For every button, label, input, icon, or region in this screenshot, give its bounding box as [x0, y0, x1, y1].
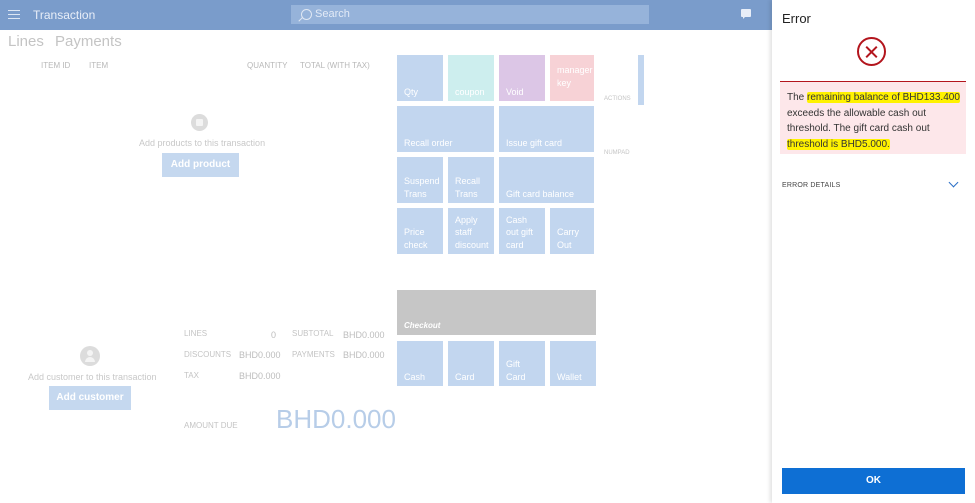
error-message-text: The	[787, 92, 808, 103]
column-item-id: ITEM ID	[41, 61, 71, 70]
issue-gift-card-button[interactable]: Issue gift card	[499, 106, 594, 152]
numpad-label: NUMPAD	[604, 150, 630, 156]
error-panel: Error The remaining balance of BHD133.40…	[772, 0, 975, 503]
search-placeholder: Search	[315, 8, 350, 20]
shopping-bag-icon	[191, 114, 208, 131]
chevron-down-icon[interactable]	[948, 177, 959, 188]
lines-value: 0	[271, 330, 277, 340]
person-icon	[80, 346, 100, 366]
column-quantity: QUANTITY	[247, 61, 288, 70]
error-icon	[857, 37, 886, 66]
suspend-trans-button[interactable]: Suspend Trans	[397, 157, 443, 203]
error-message: The remaining balance of BHD133.400 exce…	[780, 81, 966, 154]
tax-label: TAX	[184, 371, 199, 380]
discounts-label: DISCOUNTS	[184, 350, 232, 359]
error-message-text: exceeds the allowable cash out threshold…	[787, 107, 930, 135]
column-total: TOTAL (WITH TAX)	[300, 61, 370, 70]
qty-button[interactable]: Qty	[397, 55, 443, 101]
gift-card-button[interactable]: Gift Card	[499, 341, 545, 386]
payments-value: BHD0.000	[343, 350, 385, 360]
cash-button[interactable]: Cash	[397, 341, 443, 386]
cash-out-gift-card-button[interactable]: Cash out gift card	[499, 208, 545, 254]
error-message-highlight: threshold is BHD5.000.	[787, 138, 890, 150]
search-icon	[301, 9, 312, 20]
coupon-button[interactable]: coupon	[448, 55, 494, 101]
gift-card-balance-button[interactable]: Gift card balance	[499, 157, 594, 203]
checkout-button[interactable]: Checkout	[397, 290, 596, 335]
apply-staff-discount-button[interactable]: Apply staff discount	[448, 208, 494, 254]
add-product-button[interactable]: Add product	[162, 153, 239, 177]
card-button[interactable]: Card	[448, 341, 494, 386]
menu-icon[interactable]	[8, 10, 20, 19]
amount-due-label: AMOUNT DUE	[184, 421, 238, 430]
app-title: Transaction	[33, 8, 96, 22]
chat-icon[interactable]	[741, 9, 751, 19]
recall-trans-button[interactable]: Recall Trans	[448, 157, 494, 203]
column-item: ITEM	[89, 61, 109, 70]
payments-label: PAYMENTS	[292, 350, 335, 359]
tab-lines[interactable]: Lines	[8, 33, 44, 50]
error-details-toggle[interactable]: ERROR DETAILS	[782, 182, 840, 189]
amount-due-value: BHD0.000	[276, 404, 396, 434]
lines-label: LINES	[184, 329, 208, 338]
ok-button[interactable]: OK	[782, 468, 965, 494]
manager-key-button[interactable]: manager key	[550, 55, 594, 101]
actions-label: ACTIONS	[604, 96, 631, 102]
side-scrollbar[interactable]	[638, 55, 644, 105]
add-customer-button[interactable]: Add customer	[49, 386, 131, 410]
void-button[interactable]: Void	[499, 55, 545, 101]
add-customer-hint: Add customer to this transaction	[28, 372, 157, 382]
tax-value: BHD0.000	[239, 371, 281, 381]
error-title: Error	[782, 11, 811, 26]
carry-out-button[interactable]: Carry Out	[550, 208, 594, 254]
recall-order-button[interactable]: Recall order	[397, 106, 494, 152]
tab-payments[interactable]: Payments	[55, 33, 122, 50]
add-products-hint: Add products to this transaction	[139, 138, 266, 148]
subtotal-label: SUBTOTAL	[292, 329, 334, 338]
wallet-button[interactable]: Wallet	[550, 341, 596, 386]
top-bar: Transaction Search	[0, 0, 772, 30]
subtotal-value: BHD0.000	[343, 330, 385, 340]
price-check-button[interactable]: Price check	[397, 208, 443, 254]
search-input[interactable]: Search	[291, 5, 649, 24]
error-message-highlight: remaining balance of BHD133.400	[807, 92, 960, 103]
discounts-value: BHD0.000	[239, 350, 281, 360]
